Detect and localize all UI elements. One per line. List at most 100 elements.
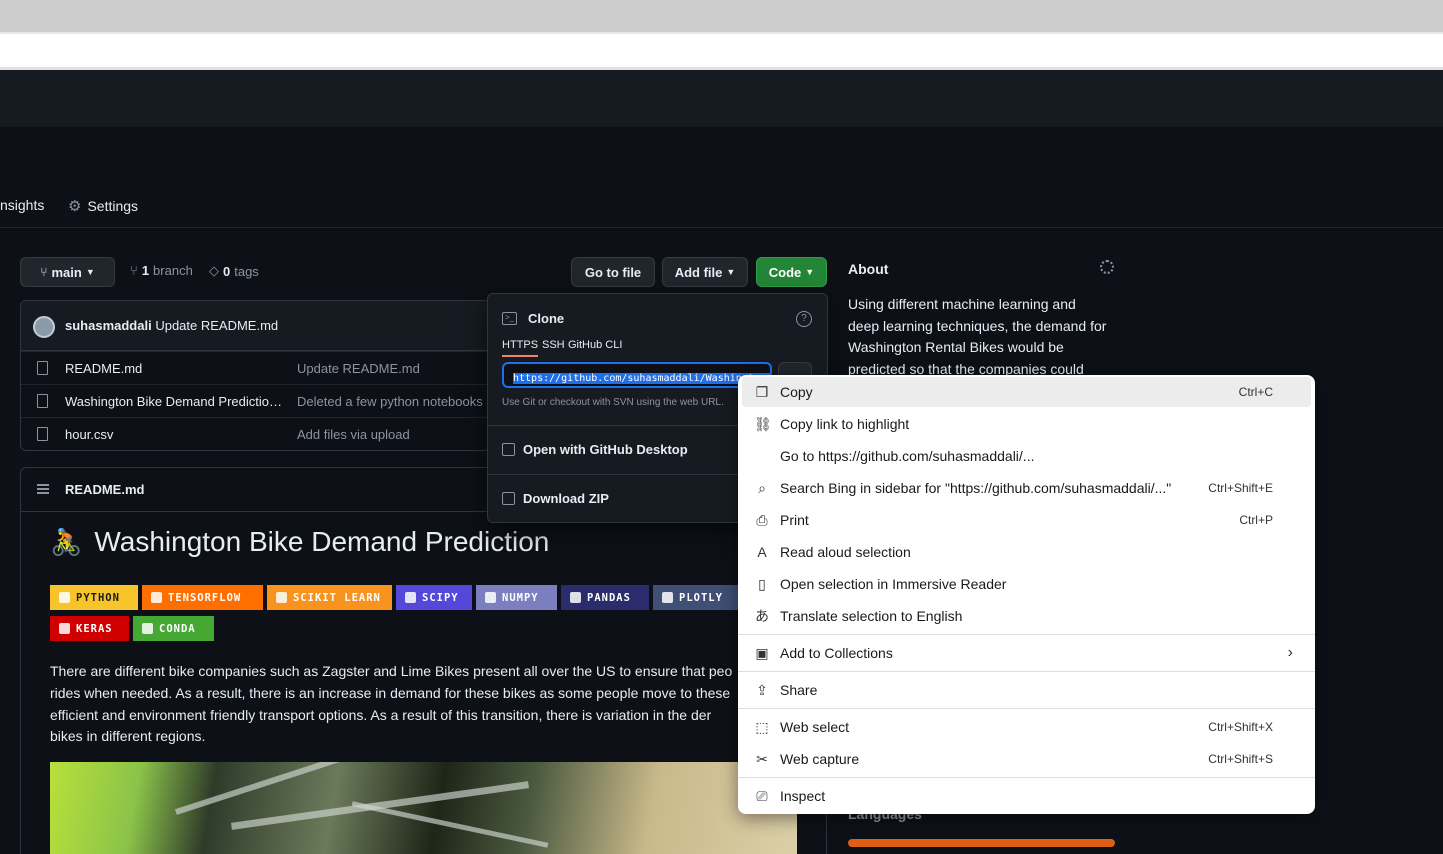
badge-label: PLOTLY — [679, 591, 723, 604]
file-commit-message[interactable]: Update README.md — [297, 361, 420, 376]
tags-link[interactable]: ◇ 0 tags — [209, 263, 259, 279]
latest-commit: suhasmaddali Update README.md — [65, 318, 278, 333]
immersive-reader-icon: ▯ — [758, 576, 766, 592]
menu-item-immersive-reader[interactable]: ▯ Open selection in Immersive Reader — [742, 569, 1311, 599]
about-description: Using different machine learning and dee… — [848, 296, 1107, 377]
gear-icon: ⚙ — [68, 198, 82, 215]
divider — [738, 708, 1315, 709]
badge-pandas: PANDAS — [561, 585, 649, 610]
bike-emoji-icon: 🚴 — [50, 526, 83, 557]
menu-item-web-capture[interactable]: ✂ Web capture Ctrl+Shift+S — [742, 744, 1311, 774]
open-with-desktop-label: Open with GitHub Desktop — [523, 442, 688, 457]
menu-item-shortcut: Ctrl+C — [1238, 385, 1273, 399]
clone-hint: Use Git or checkout with SVN using the w… — [502, 397, 724, 408]
file-commit-message[interactable]: Deleted a few python notebooks — [297, 394, 483, 409]
tab-insights[interactable]: nsights — [0, 197, 44, 213]
menu-item-go-to-url[interactable]: Go to https://github.com/suhasmaddali/..… — [742, 441, 1311, 471]
readme-paragraph: There are different bike companies such … — [50, 663, 733, 745]
list-icon[interactable] — [37, 484, 49, 494]
badge-conda: CONDA — [133, 616, 214, 641]
badge-plotly: PLOTLY — [653, 585, 738, 610]
desktop-icon — [502, 443, 515, 456]
file-row: README.md Update README.md — [21, 351, 489, 384]
menu-item-label: Read aloud selection — [780, 544, 911, 560]
menu-item-search-bing[interactable]: ⌕ Search Bing in sidebar for "https://gi… — [742, 473, 1311, 503]
menu-item-add-to-collections[interactable]: ▣ Add to Collections › — [742, 638, 1311, 668]
tab-https[interactable]: HTTPS — [502, 339, 539, 357]
chevron-right-icon: › — [1287, 644, 1293, 661]
file-name[interactable]: Washington Bike Demand Prediction ... — [65, 394, 287, 409]
commit-author[interactable]: suhasmaddali — [65, 318, 152, 333]
tab-settings[interactable]: ⚙ Settings — [68, 197, 138, 215]
inspect-icon: ⎚ — [756, 788, 768, 804]
scikit-learn-icon — [276, 592, 287, 603]
bike-photo — [50, 762, 797, 854]
web-capture-icon: ✂ — [756, 751, 768, 767]
menu-item-shortcut: Ctrl+Shift+S — [1208, 752, 1273, 766]
tags-label: tags — [234, 263, 259, 279]
help-icon[interactable]: ? — [796, 311, 812, 327]
branch-icon: ⑂ — [40, 265, 48, 279]
avatar[interactable] — [33, 316, 55, 338]
tab-github-cli[interactable]: GitHub CLI — [568, 339, 622, 351]
web-select-icon: ⬚ — [755, 719, 769, 735]
branch-select-button[interactable]: ⑂ main ▼ — [20, 257, 115, 287]
add-file-button[interactable]: Add file ▼ — [662, 257, 748, 287]
badge-tensorflow: TENSORFLOW — [142, 585, 263, 610]
tags-count: 0 — [223, 263, 231, 279]
browser-toolbar — [0, 32, 1443, 70]
go-to-file-button[interactable]: Go to file — [571, 257, 655, 287]
menu-item-label: Search Bing in sidebar for "https://gith… — [780, 480, 1172, 496]
menu-item-translate[interactable]: あ Translate selection to English — [742, 601, 1311, 631]
context-menu: ❐ Copy Ctrl+C ⛓ Copy link to highlight G… — [738, 375, 1315, 814]
menu-item-shortcut: Ctrl+Shift+X — [1208, 720, 1273, 734]
divider — [738, 634, 1315, 635]
file-name[interactable]: hour.csv — [65, 427, 287, 442]
zip-icon — [502, 492, 515, 505]
badge-label: PYTHON — [76, 591, 120, 604]
menu-item-inspect[interactable]: ⎚ Inspect — [742, 781, 1311, 811]
tag-icon: ◇ — [209, 263, 219, 278]
tab-ssh[interactable]: SSH — [542, 339, 565, 351]
menu-item-print[interactable]: ⎙ Print Ctrl+P — [742, 505, 1311, 535]
branches-link[interactable]: ⑂ 1 branch — [130, 263, 193, 278]
code-label: Code — [768, 264, 802, 280]
badge-label: NUMPY — [502, 591, 539, 604]
badge-label: PANDAS — [587, 591, 631, 604]
branch-icon: ⑂ — [130, 263, 138, 278]
open-with-desktop-item[interactable]: Open with GitHub Desktop — [502, 442, 688, 457]
gear-icon[interactable] — [1100, 260, 1114, 274]
menu-item-share[interactable]: ⇪ Share — [742, 675, 1311, 705]
divider — [738, 671, 1315, 672]
readme-filename: README.md — [65, 482, 145, 497]
badge-python: PYTHON — [50, 585, 138, 610]
latest-commit-row: suhasmaddali Update README.md — [21, 301, 489, 351]
clone-url-input[interactable]: https://github.com/suhasmaddali/Washingt… — [502, 362, 772, 388]
collections-icon: ▣ — [755, 645, 769, 661]
file-row: hour.csv Add files via upload — [21, 417, 489, 450]
menu-item-label: Go to https://github.com/suhasmaddali/..… — [780, 448, 1035, 464]
menu-item-copy[interactable]: ❐ Copy Ctrl+C — [742, 377, 1311, 407]
commit-message[interactable]: Update README.md — [155, 318, 278, 333]
file-row: Washington Bike Demand Prediction ... De… — [21, 384, 489, 417]
menu-item-copy-link-to-highlight[interactable]: ⛓ Copy link to highlight — [742, 409, 1311, 439]
scipy-icon — [405, 592, 416, 603]
plotly-icon — [662, 592, 673, 603]
file-commit-message[interactable]: Add files via upload — [297, 427, 410, 442]
menu-item-label: Translate selection to English — [780, 608, 963, 624]
badge-numpy: NUMPY — [476, 585, 557, 610]
menu-item-read-aloud[interactable]: A Read aloud selection — [742, 537, 1311, 567]
language-bar — [848, 839, 1115, 847]
read-aloud-icon: A — [757, 544, 767, 560]
tab-insights-label: nsights — [0, 197, 45, 213]
menu-item-web-select[interactable]: ⬚ Web select Ctrl+Shift+X — [742, 712, 1311, 742]
menu-item-label: Inspect — [780, 788, 826, 804]
file-name[interactable]: README.md — [65, 361, 287, 376]
code-button[interactable]: Code ▼ — [756, 257, 827, 287]
share-icon: ⇪ — [756, 682, 768, 698]
file-icon — [37, 361, 48, 375]
menu-item-label: Add to Collections — [780, 645, 893, 661]
download-zip-item[interactable]: Download ZIP — [502, 491, 609, 506]
download-zip-label: Download ZIP — [523, 491, 609, 506]
branch-label: branch — [153, 263, 193, 278]
